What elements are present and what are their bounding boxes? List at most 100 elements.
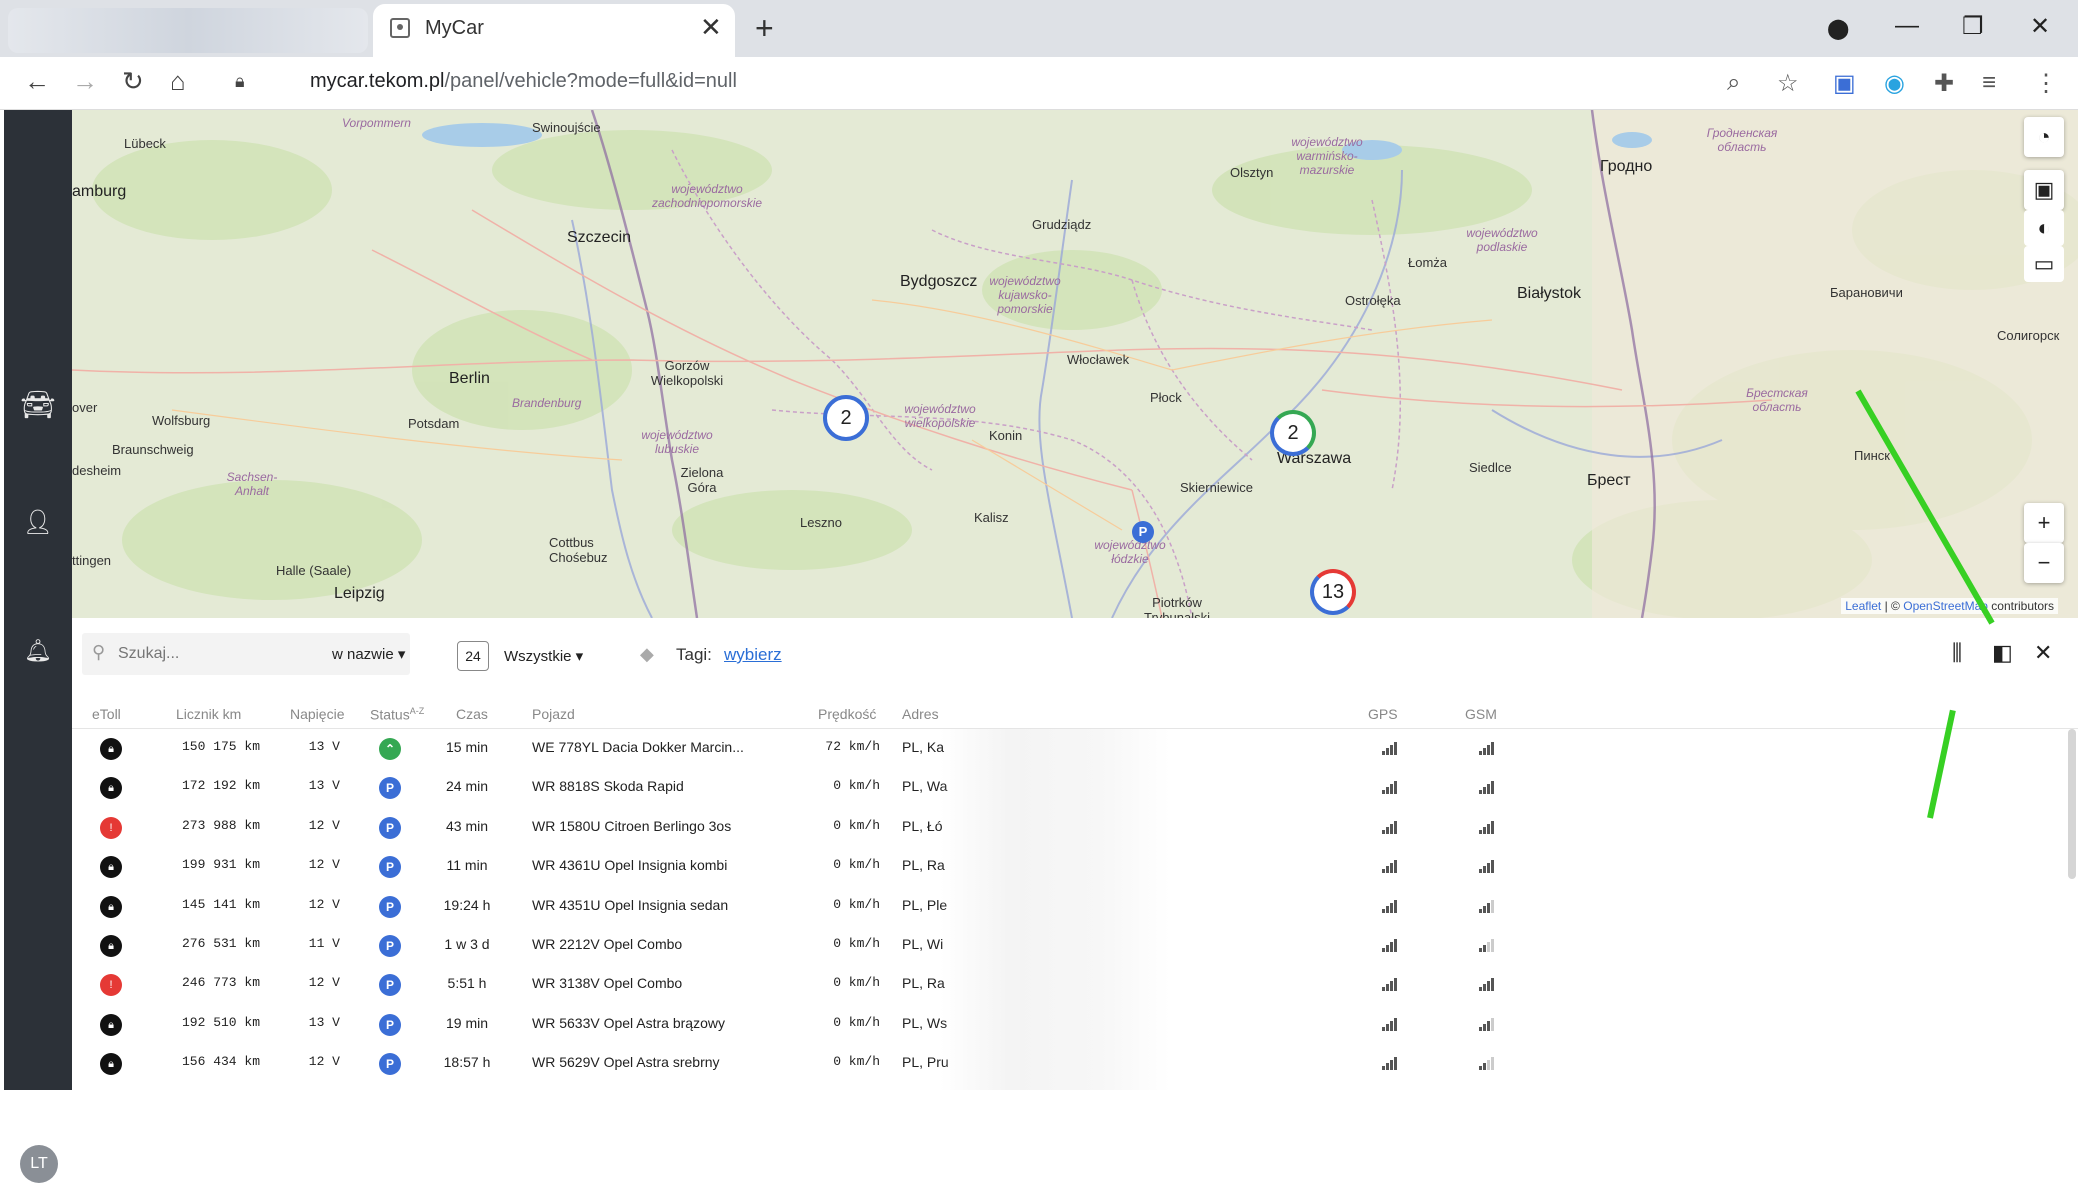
avatar[interactable]: LT <box>20 1145 58 1183</box>
fit-bounds-icon[interactable]: ▣ <box>2024 170 2064 210</box>
extensions-puzzle-icon[interactable]: ✚ <box>1934 69 1954 98</box>
col-address[interactable]: Adres <box>902 706 939 722</box>
translate-icon[interactable]: ▣ <box>1833 69 1856 98</box>
vehicle-name[interactable]: WR 1580U Citroen Berlingo 3os <box>532 818 731 834</box>
zoom-icon[interactable]: ⌕ <box>1727 69 1740 97</box>
speed: 0 km/h <box>833 936 880 951</box>
map-label: Piotrków Trybunalski <box>1144 595 1210 618</box>
vehicle-name[interactable]: WR 2212V Opel Combo <box>532 936 682 952</box>
status-filter-value: Wszystkie <box>504 648 572 665</box>
map-label: Konin <box>989 428 1023 443</box>
map-label: Szczecin <box>567 229 632 246</box>
vehicle-count-badge: 24 <box>457 641 489 671</box>
speed: 0 km/h <box>833 817 880 833</box>
leaflet-link[interactable]: Leaflet <box>1845 599 1881 613</box>
parked-status-icon: P <box>379 935 401 957</box>
map-label: Bydgoszcz <box>900 273 978 290</box>
vehicle-name[interactable]: WR 8818S Skoda Rapid <box>532 778 684 794</box>
map-label: Vorpommern <box>342 116 411 130</box>
region-label: województwo łódzkie <box>1094 538 1166 566</box>
browser-tab-strip: MyCar ✕ + ⬤ — ❐ ✕ <box>0 0 2078 57</box>
vehicle-name[interactable]: WR 5629V Opel Astra srebrny <box>532 1054 720 1070</box>
col-vehicle[interactable]: Pojazd <box>532 706 575 722</box>
col-time[interactable]: Czas <box>456 706 488 722</box>
address: PL, Łó <box>902 817 943 834</box>
vehicle-name[interactable]: WE 778YL Dacia Dokker Marcin... <box>532 739 744 755</box>
map-label: Braunschweig <box>112 442 194 457</box>
tag-icon: ◆ <box>640 644 654 664</box>
vehicles-car-icon[interactable]: 🚘︎ <box>4 388 72 421</box>
new-tab-icon[interactable]: + <box>755 10 774 47</box>
lock-icon[interactable]: 🔒︎ <box>235 71 245 92</box>
url-field[interactable]: mycar.tekom.pl/panel/vehicle?mode=full&i… <box>310 70 737 93</box>
search-scope-dropdown[interactable]: w nazwie ▾ <box>332 645 405 663</box>
last-update-time: 19 min <box>445 1014 489 1031</box>
map-label: ttingen <box>72 553 112 568</box>
extension-icon[interactable]: ◉ <box>1884 69 1905 98</box>
voltage: 13 V <box>308 739 340 754</box>
user-icon[interactable]: 👤︎ <box>4 508 72 537</box>
parked-vehicle-marker[interactable]: P <box>1132 521 1154 543</box>
locate-gauge-icon[interactable]: ◔ <box>2024 117 2064 157</box>
last-update-time: 43 min <box>445 817 489 834</box>
tags-select-link[interactable]: wybierz <box>724 645 782 665</box>
vehicle-name[interactable]: WR 5633V Opel Astra brązowy <box>532 1015 725 1031</box>
region-label: województwo podlaskie <box>1466 226 1538 254</box>
col-km[interactable]: Licznik km <box>176 706 241 722</box>
profile-menu-icon[interactable]: ⬤ <box>1827 16 1849 41</box>
window-close-icon[interactable]: ✕ <box>2030 12 2050 41</box>
column-settings-icon[interactable]: ⫼ <box>1952 640 1962 666</box>
map-label: Płock <box>1150 390 1182 405</box>
voltage: 11 V <box>308 936 340 951</box>
tab-close-icon[interactable]: ✕ <box>700 12 722 43</box>
close-panel-icon[interactable]: ✕ <box>2034 640 2052 666</box>
gsm-signal-icon <box>1479 899 1497 913</box>
home-icon[interactable]: ⌂ <box>170 66 186 97</box>
col-speed[interactable]: Prędkość <box>818 706 876 722</box>
vehicle-cluster-marker[interactable]: 2 <box>823 395 869 441</box>
etoll-lock-icon: 🔒︎ <box>100 738 122 760</box>
vehicle-name[interactable]: WR 3138V Opel Combo <box>532 975 682 991</box>
map-label: Olsztyn <box>1230 165 1274 180</box>
col-voltage[interactable]: Napięcie <box>290 706 344 722</box>
address: PL, Ra <box>902 857 945 874</box>
parked-status-icon: P <box>379 895 401 918</box>
etoll-lock-icon: ! <box>100 974 122 997</box>
col-gps[interactable]: GPS <box>1368 706 1398 722</box>
etoll-lock-icon: 🔒︎ <box>100 935 122 957</box>
gps-signal-icon <box>1382 741 1400 755</box>
gps-signal-icon <box>1382 859 1400 874</box>
reload-icon[interactable]: ↻ <box>122 66 144 97</box>
region-label: Брестская область <box>1746 386 1808 414</box>
vehicle-name[interactable]: WR 4351U Opel Insignia sedan <box>532 897 728 913</box>
minimize-icon[interactable]: — <box>1895 12 1919 40</box>
gsm-signal-icon <box>1479 977 1497 992</box>
background-tab[interactable] <box>8 8 368 53</box>
profile-avatar-icon[interactable]: ≡ <box>1982 69 1996 97</box>
etoll-lock-icon: 🔒︎ <box>100 856 122 879</box>
notifications-bell-icon[interactable]: 🔔︎ <box>4 638 72 664</box>
forward-icon[interactable]: → <box>72 66 98 97</box>
back-icon[interactable]: ← <box>24 66 50 97</box>
zoom-in-icon[interactable]: + <box>2024 503 2064 543</box>
map-label: Łomża <box>1408 255 1448 270</box>
gps-signal-icon <box>1382 977 1400 992</box>
browser-menu-icon[interactable]: ⋮ <box>2034 69 2058 98</box>
col-gsm[interactable]: GSM <box>1465 706 1497 722</box>
panel-layout-icon[interactable]: ◧ <box>1992 640 2013 666</box>
table-scrollbar[interactable] <box>2068 729 2076 879</box>
col-status[interactable]: StatusA-Z <box>370 706 424 723</box>
status-filter-dropdown[interactable]: Wszystkie ▾ <box>504 647 583 665</box>
restore-icon[interactable]: ❐ <box>1962 12 1984 41</box>
last-update-time: 24 min <box>445 778 489 795</box>
vehicle-name[interactable]: WR 4361U Opel Insignia kombi <box>532 857 727 873</box>
search-input[interactable] <box>118 641 278 667</box>
vehicle-cluster-marker[interactable]: 13 <box>1310 569 1356 615</box>
map-view[interactable]: Lübeck amburg Szczecin Bydgoszcz Grudzią… <box>72 110 2078 618</box>
bookmark-star-icon[interactable]: ☆ <box>1777 69 1799 98</box>
traffic-icon[interactable]: ▭ <box>2024 246 2064 282</box>
layers-icon[interactable]: ◐ <box>2024 210 2064 246</box>
col-etoll[interactable]: eToll <box>92 706 121 722</box>
zoom-out-icon[interactable]: − <box>2024 543 2064 583</box>
vehicle-cluster-marker[interactable]: 2 <box>1270 410 1316 456</box>
